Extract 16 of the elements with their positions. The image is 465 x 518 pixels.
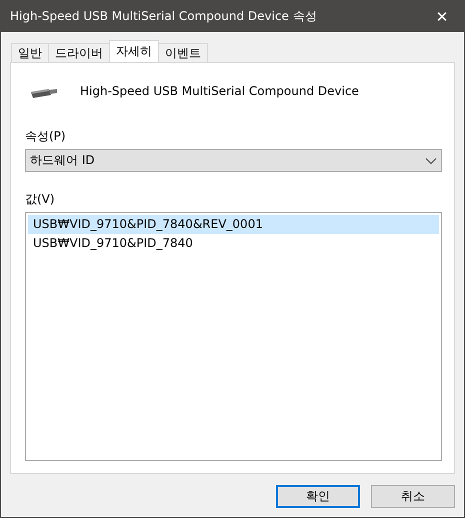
property-label: 속성(P) <box>25 128 67 145</box>
usb-plug-icon <box>31 88 57 98</box>
ok-button[interactable]: 확인 <box>276 485 360 508</box>
tab[interactable]: 이벤트 <box>158 43 208 62</box>
tab[interactable]: 일반 <box>11 43 49 62</box>
cancel-button[interactable]: 취소 <box>371 485 455 508</box>
list-item[interactable]: USB₩VID_9710&PID_7840 <box>28 234 439 253</box>
list-item[interactable]: USB₩VID_9710&PID_7840&REV_0001 <box>28 215 439 234</box>
close-button[interactable]: ✕ <box>420 1 464 32</box>
tab[interactable]: 드라이버 <box>48 43 110 62</box>
values-label: 값(V) <box>25 191 56 208</box>
property-dropdown[interactable]: 하드웨어 ID <box>25 149 442 172</box>
chevron-down-icon <box>425 156 437 164</box>
tab[interactable]: 자세히 <box>109 40 159 62</box>
device-name: High-Speed USB MultiSerial Compound Device <box>80 84 359 98</box>
window-title: High-Speed USB MultiSerial Compound Device 속성 <box>10 8 317 25</box>
